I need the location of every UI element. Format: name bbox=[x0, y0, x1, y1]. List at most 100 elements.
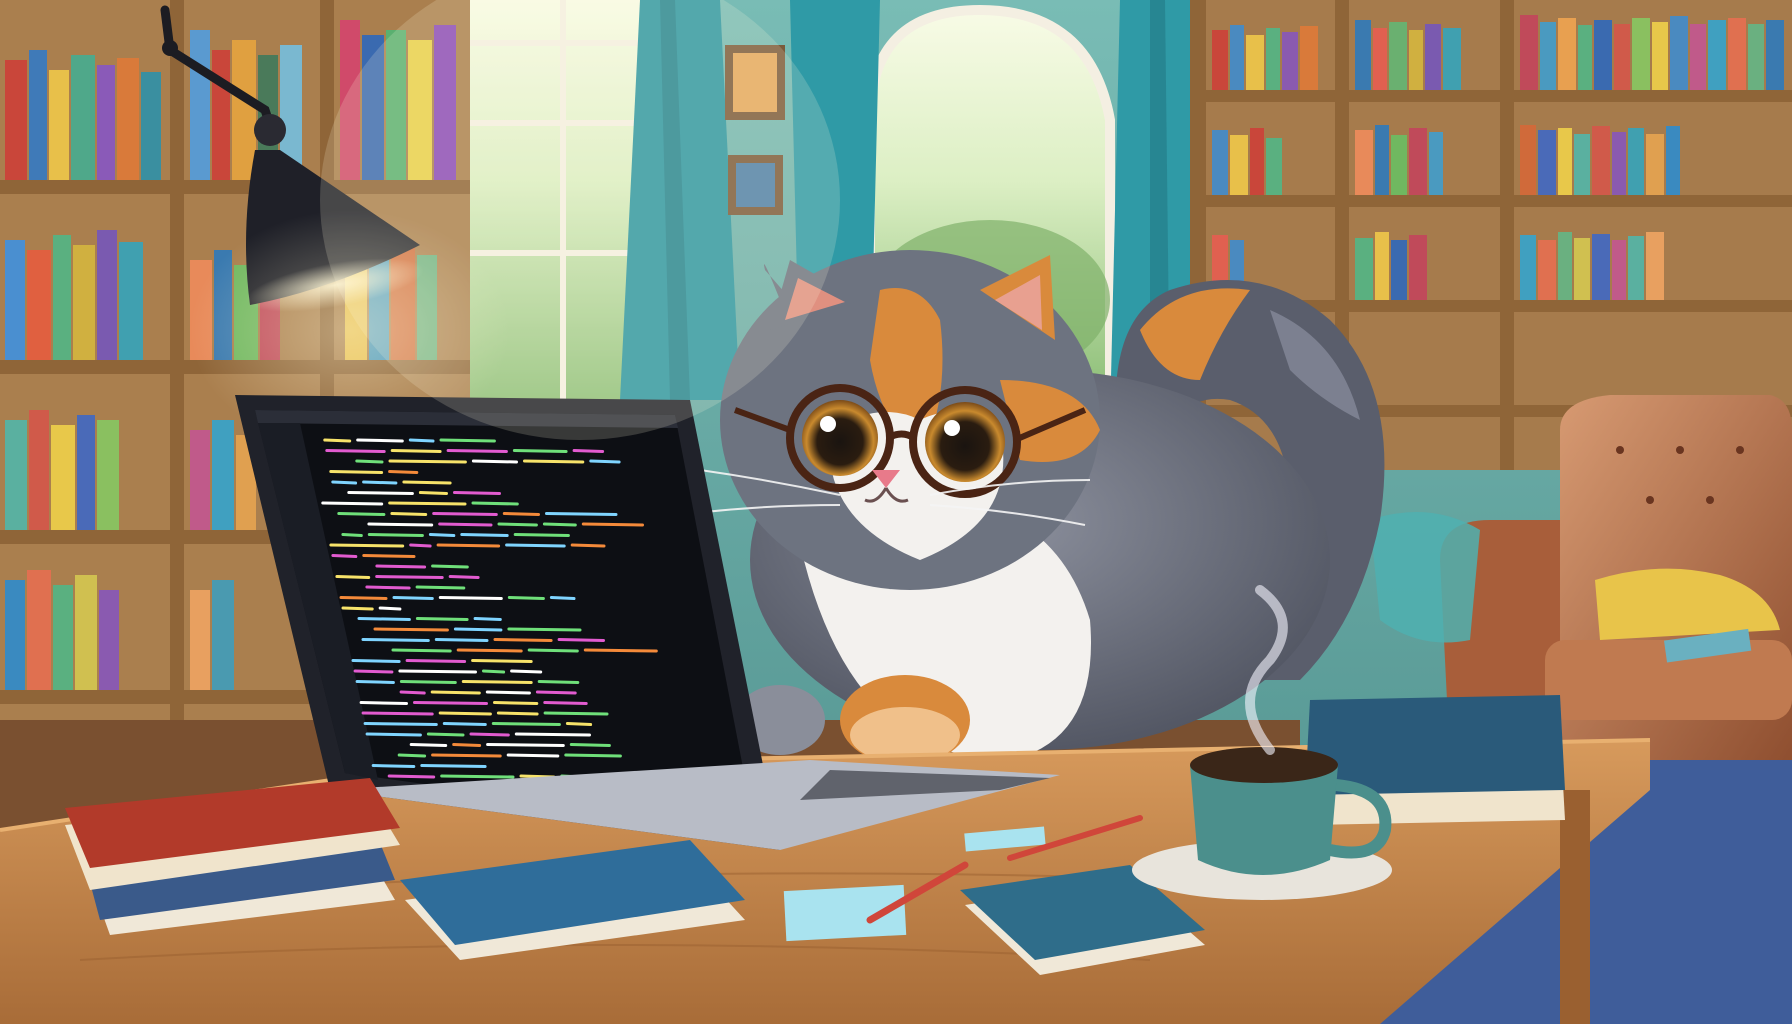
code-line bbox=[337, 512, 386, 516]
code-line bbox=[436, 543, 501, 548]
code-line bbox=[339, 596, 388, 600]
code-line bbox=[460, 533, 509, 537]
code-line bbox=[388, 459, 467, 464]
code-line bbox=[321, 501, 384, 506]
code-line bbox=[493, 701, 539, 705]
code-line bbox=[353, 669, 394, 674]
code-line bbox=[373, 627, 449, 632]
code-line bbox=[434, 638, 489, 642]
code-line bbox=[390, 512, 428, 516]
code-line bbox=[453, 627, 503, 632]
code-line bbox=[415, 617, 469, 621]
code-line bbox=[420, 764, 487, 768]
code-line bbox=[583, 648, 658, 653]
code-line bbox=[405, 659, 467, 663]
code-line bbox=[399, 680, 457, 684]
code-line bbox=[473, 617, 502, 621]
code-line bbox=[351, 659, 401, 663]
code-line bbox=[388, 501, 467, 506]
code-line bbox=[363, 722, 438, 726]
code-line bbox=[335, 575, 371, 579]
code-line bbox=[357, 617, 411, 621]
code-line bbox=[482, 669, 506, 674]
code-line bbox=[359, 701, 408, 705]
code-line bbox=[453, 491, 501, 495]
code-line bbox=[543, 711, 609, 716]
code-line bbox=[527, 648, 579, 653]
code-line bbox=[367, 522, 434, 527]
code-line bbox=[456, 648, 523, 653]
code-line bbox=[398, 669, 477, 674]
code-line bbox=[471, 459, 518, 464]
code-line bbox=[471, 501, 519, 506]
code-line bbox=[428, 533, 456, 537]
code-line bbox=[391, 648, 452, 653]
code-line bbox=[491, 722, 561, 726]
code-line bbox=[537, 680, 580, 684]
code-line bbox=[409, 743, 448, 747]
code-line bbox=[570, 543, 606, 548]
code-line bbox=[409, 543, 432, 548]
code-line bbox=[507, 627, 582, 632]
code-line bbox=[535, 690, 577, 695]
code-line bbox=[512, 449, 568, 453]
code-line bbox=[497, 522, 538, 527]
code-line bbox=[438, 522, 493, 527]
code-line bbox=[392, 596, 434, 600]
code-line bbox=[448, 575, 480, 579]
code-line bbox=[557, 638, 605, 642]
code-line bbox=[362, 554, 416, 558]
code-line bbox=[572, 449, 605, 453]
code-line bbox=[581, 522, 644, 527]
code-line bbox=[329, 543, 405, 548]
code-line bbox=[469, 732, 510, 737]
code-line bbox=[365, 732, 422, 737]
code-line bbox=[549, 596, 576, 600]
teal-throw bbox=[1370, 512, 1480, 643]
code-line bbox=[367, 533, 424, 537]
code-line bbox=[390, 449, 442, 453]
code-line bbox=[569, 743, 611, 747]
code-line bbox=[506, 753, 560, 758]
code-line bbox=[438, 596, 503, 600]
code-line bbox=[438, 711, 492, 716]
code-line bbox=[361, 711, 434, 716]
code-line bbox=[564, 753, 622, 758]
code-line bbox=[347, 491, 414, 495]
code-line bbox=[362, 480, 398, 485]
code-line bbox=[589, 459, 621, 464]
code-line bbox=[543, 701, 588, 705]
code-line bbox=[493, 638, 553, 642]
code-line bbox=[387, 774, 436, 779]
code-line bbox=[371, 764, 416, 768]
code-line bbox=[545, 512, 618, 516]
code-line bbox=[375, 564, 427, 569]
code-line bbox=[361, 638, 430, 642]
scene-svg bbox=[0, 0, 1792, 1024]
code-line bbox=[331, 554, 358, 558]
code-line bbox=[496, 711, 539, 716]
code-line bbox=[439, 438, 496, 443]
code-line bbox=[505, 543, 566, 548]
code-line bbox=[431, 753, 502, 758]
code-line bbox=[323, 438, 352, 443]
code-line bbox=[325, 449, 386, 453]
code-line bbox=[513, 533, 570, 537]
code-line bbox=[341, 533, 363, 537]
cat-eye-left bbox=[802, 400, 878, 476]
code-line bbox=[510, 669, 543, 674]
code-line bbox=[426, 732, 465, 737]
code-line bbox=[431, 564, 469, 569]
code-line bbox=[402, 480, 452, 485]
code-line bbox=[452, 743, 482, 747]
code-line bbox=[415, 585, 466, 590]
code-line bbox=[355, 680, 395, 684]
cat-eye-right bbox=[925, 402, 1005, 482]
code-line bbox=[542, 522, 577, 527]
book-stack-right bbox=[1305, 695, 1565, 825]
code-line bbox=[565, 722, 593, 726]
code-line bbox=[418, 491, 448, 495]
code-line bbox=[355, 459, 384, 464]
code-line bbox=[341, 606, 374, 611]
code-line bbox=[397, 753, 427, 758]
